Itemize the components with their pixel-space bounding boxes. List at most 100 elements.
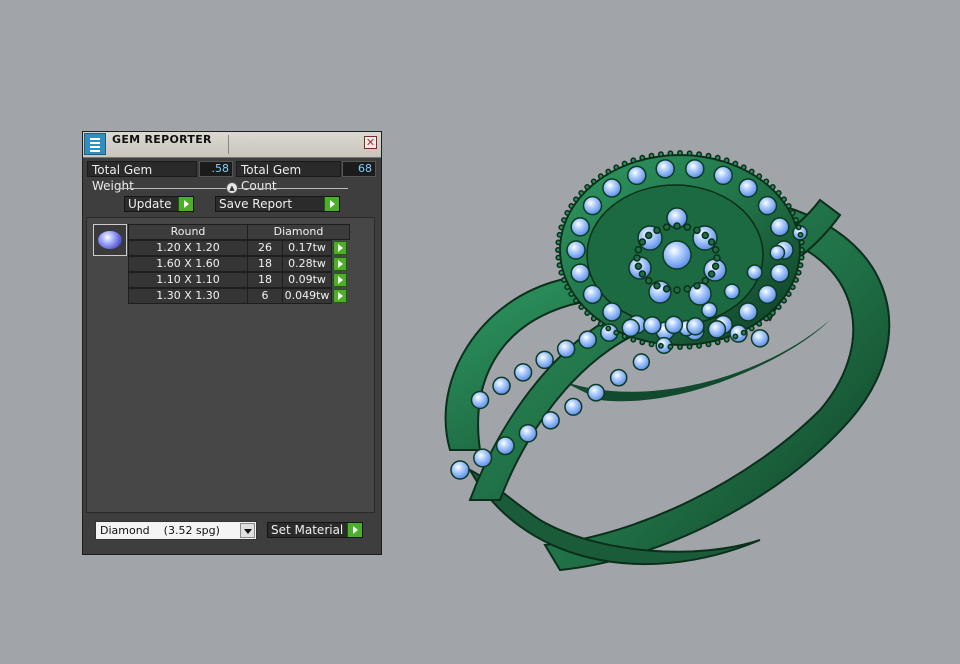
- milgrain-bead: [789, 209, 796, 216]
- milgrain-bead: [795, 224, 802, 231]
- milgrain-bead: [657, 342, 664, 349]
- milgrain-bead: [756, 173, 763, 180]
- gem-stone: [564, 397, 583, 416]
- gem-stone: [770, 263, 790, 283]
- green-arrow-icon: [347, 523, 362, 537]
- gem-stone: [750, 329, 770, 348]
- gem-stone: [643, 316, 662, 335]
- milgrain-bead: [555, 254, 562, 261]
- gem-stone: [662, 240, 692, 270]
- milgrain-bead: [605, 168, 612, 175]
- chevron-down-icon[interactable]: [240, 523, 255, 538]
- prong-bead: [693, 281, 701, 290]
- gem-stone: [470, 390, 490, 410]
- green-arrow-icon[interactable]: [333, 273, 347, 287]
- gem-stone: [664, 315, 684, 335]
- milgrain-bead: [667, 343, 674, 350]
- prong-bead: [707, 270, 716, 278]
- gem-count-cell: 26: [247, 240, 283, 256]
- column-header-material: Diamond: [247, 224, 350, 240]
- milgrain-bead: [584, 184, 591, 190]
- gem-reporter-panel: GEM REPORTER ✕ Total Gem Weight .58 Tota…: [82, 131, 382, 555]
- milgrain-bead: [568, 203, 575, 209]
- milgrain-bead: [798, 254, 805, 261]
- gem-stone: [578, 330, 597, 350]
- milgrain-bead: [590, 178, 597, 185]
- save-report-button[interactable]: Save Report: [215, 196, 340, 212]
- gem-stone: [556, 339, 576, 359]
- milgrain-bead: [667, 150, 674, 157]
- gem-stone: [450, 460, 470, 480]
- gem-size-cell: 1.10 X 1.10: [128, 272, 248, 288]
- milgrain-bead: [793, 277, 799, 283]
- set-material-button-label: Set Material: [271, 523, 344, 537]
- green-arrow-icon[interactable]: [333, 241, 347, 255]
- update-button[interactable]: Update: [124, 196, 194, 212]
- green-arrow-icon[interactable]: [333, 289, 347, 303]
- total-gem-weight-value: .58: [199, 161, 233, 177]
- gem-stone: [685, 159, 705, 179]
- milgrain-bead: [556, 231, 563, 238]
- milgrain-bead: [795, 269, 802, 276]
- milgrain-bead: [740, 329, 747, 336]
- milgrain-bead: [705, 341, 712, 348]
- gem-stone: [627, 165, 647, 186]
- close-icon[interactable]: ✕: [364, 136, 377, 149]
- milgrain-bead: [798, 239, 805, 246]
- total-gem-count-label: Total Gem Count: [236, 161, 341, 193]
- milgrain-bead: [555, 239, 562, 246]
- gem-stone: [535, 350, 554, 370]
- gem-stone: [738, 178, 758, 198]
- milgrain-bead: [686, 343, 693, 350]
- prong-bead: [711, 262, 720, 271]
- milgrain-bead: [597, 320, 604, 327]
- green-arrow-icon[interactable]: [333, 257, 347, 271]
- gem-count-cell: 18: [247, 256, 283, 272]
- gem-stone: [473, 448, 493, 468]
- milgrain-bead: [584, 310, 591, 316]
- panel-slider-handle[interactable]: ▲: [226, 182, 238, 194]
- gem-count-cell: 18: [247, 272, 283, 288]
- milgrain-bead: [561, 277, 567, 283]
- milgrain-bead: [785, 291, 792, 297]
- milgrain-bead: [639, 339, 646, 346]
- milgrain-bead: [748, 325, 755, 332]
- prong-bead: [644, 231, 653, 240]
- milgrain-bead: [797, 262, 804, 269]
- prong-bead: [662, 223, 671, 231]
- milgrain-bead: [775, 190, 782, 196]
- set-material-button[interactable]: Set Material: [267, 522, 363, 538]
- milgrain-bead: [797, 231, 804, 238]
- milgrain-bead: [558, 269, 565, 276]
- prong-bead: [638, 238, 647, 246]
- title-separator: [228, 135, 229, 154]
- gem-stone: [582, 195, 603, 216]
- gem-stone: [707, 320, 727, 339]
- milgrain-bead: [793, 217, 799, 223]
- prong-bead: [633, 254, 641, 262]
- gem-stone: [602, 302, 622, 322]
- prong-bead: [673, 222, 681, 230]
- milgrain-bead: [799, 247, 805, 253]
- round-gem-icon[interactable]: [93, 224, 127, 256]
- gem-stone: [541, 411, 560, 430]
- gem-stone: [495, 436, 515, 456]
- prong-bead: [644, 276, 653, 285]
- gem-stone: [587, 383, 605, 402]
- milgrain-bead: [781, 196, 787, 203]
- milgrain-bead: [677, 150, 683, 156]
- gem-reporter-app-icon: [84, 133, 106, 155]
- milgrain-bead: [740, 164, 747, 171]
- gem-stone: [513, 363, 533, 382]
- milgrain-bead: [714, 154, 721, 161]
- material-dropdown-value: Diamond (3.52 spg): [100, 524, 220, 537]
- gem-stone: [723, 283, 741, 300]
- panel-titlebar[interactable]: GEM REPORTER ✕: [83, 132, 381, 158]
- milgrain-bead: [705, 152, 712, 159]
- milgrain-bead: [775, 304, 782, 310]
- prong-bead: [707, 238, 716, 246]
- gem-stone: [632, 353, 651, 371]
- prong-bead: [673, 286, 681, 294]
- material-dropdown[interactable]: Diamond (3.52 spg): [95, 521, 257, 540]
- prong-bead: [653, 281, 661, 290]
